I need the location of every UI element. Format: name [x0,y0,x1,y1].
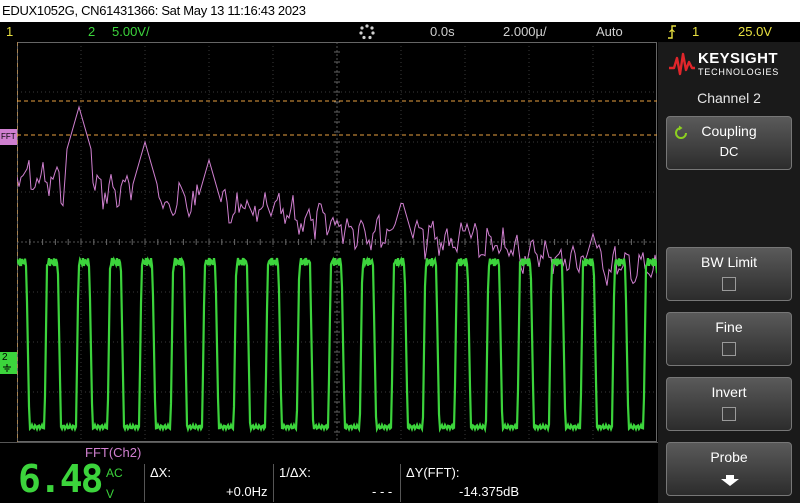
bw-limit-checkbox [722,277,736,291]
invert-softkey[interactable]: Invert [666,377,792,431]
ch1-indicator[interactable]: 1 [6,24,13,39]
inverse-delta-x-value: - - - [372,484,393,499]
coupling-softkey[interactable]: Coupling DC [666,116,792,170]
title-text: EDUX1052G, CN61431366: Sat May 13 11:16:… [2,3,306,18]
time-offset: 0.0s [430,24,455,39]
trigger-edge-icon [668,25,676,39]
title-bar: EDUX1052G, CN61431366: Sat May 13 11:16:… [0,0,800,22]
trigger-level: 25.0V [738,24,772,39]
submenu-arrow-icon [721,475,739,486]
unit-label: V [106,487,115,501]
fine-checkbox [722,342,736,356]
invert-label: Invert [711,384,747,400]
fft-marker[interactable]: FFT [0,129,17,145]
status-bar: 1 2 5.00V/ 0.0s 2.000µ/ Auto 1 25.0V [0,22,800,42]
ground-icon [3,364,11,372]
trigger-mode: Auto [596,24,623,39]
keysight-logo: KEYSIGHT TECHNOLOGIES [658,42,800,88]
fine-softkey[interactable]: Fine [666,312,792,366]
ch2-indicator[interactable]: 2 [88,24,95,39]
ch2-rms-value: 6.48 [18,457,104,501]
brand-name: KEYSIGHT [698,50,778,67]
divider [400,464,401,502]
menu-title: Channel 2 [697,90,761,106]
waveform-display[interactable] [17,42,657,442]
ch2-ground-marker[interactable]: 2 [0,352,17,374]
ac-label: AC [106,466,123,480]
delta-y-label: ΔY(FFT): [406,465,459,480]
divider [273,464,274,502]
invert-checkbox [722,407,736,421]
keysight-wave-icon [669,52,695,76]
coupling-label: Coupling [701,123,757,139]
delta-x-label: ΔX: [150,465,171,480]
ch2-marker-label: 2 [2,352,8,363]
fft-marker-label: FFT [1,132,16,141]
bw-limit-label: BW Limit [701,254,757,270]
delta-y-label-text: ΔY(FFT): [406,465,460,480]
trigger-source: 1 [692,24,700,39]
softkey-panel: KEYSIGHT TECHNOLOGIES Channel 2 Coupling… [658,42,800,503]
brand-sub: TECHNOLOGIES [698,67,780,77]
fine-label: Fine [715,319,743,335]
coupling-value: DC [719,144,739,159]
probe-softkey[interactable]: Probe [666,442,792,496]
delta-x-value: +0.0Hz [226,484,268,499]
time-scale: 2.000µ/ [503,24,547,39]
delta-y-value: -14.375dB [459,484,519,499]
ch2-scale: 5.00V/ [112,24,150,39]
divider [144,464,145,502]
bw-limit-softkey[interactable]: BW Limit [666,247,792,301]
run-state-icon [359,24,375,40]
probe-label: Probe [710,449,748,465]
inverse-delta-x-label: 1/ΔX: [279,465,311,480]
